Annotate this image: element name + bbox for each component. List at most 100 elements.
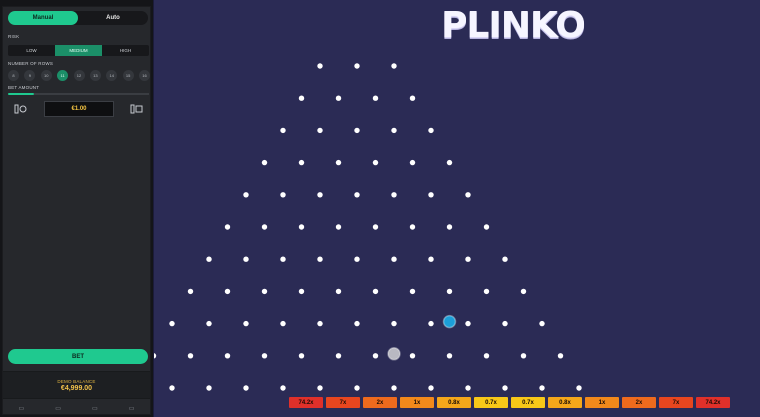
peg: [428, 127, 434, 134]
peg: [372, 288, 379, 295]
peg: [224, 353, 231, 359]
multiplier-slot: 0.7x: [474, 397, 508, 408]
peg: [335, 353, 342, 359]
ball: [442, 314, 457, 329]
peg: [187, 353, 194, 359]
peg: [298, 159, 305, 166]
peg: [391, 256, 397, 262]
nav-4-icon: ▭: [128, 405, 135, 412]
bet-button[interactable]: BET: [8, 349, 148, 364]
peg: [465, 192, 471, 198]
peg: [243, 385, 249, 391]
risk-low-button[interactable]: LOW: [8, 45, 55, 56]
peg: [465, 320, 471, 327]
row-option-11[interactable]: 11: [57, 70, 69, 81]
peg: [539, 320, 545, 327]
bet-amount-underline: [8, 93, 34, 95]
bet-amount-row: €1.00: [13, 101, 145, 117]
risk-label: RISK: [8, 34, 20, 39]
peg: [409, 353, 416, 359]
multiplier-slot: 74.2x: [696, 397, 730, 408]
peg: [261, 159, 268, 166]
peg: [372, 353, 379, 359]
row-option-8[interactable]: 8: [8, 70, 19, 81]
peg: [409, 159, 416, 166]
peg: [317, 63, 323, 69]
peg: [206, 320, 212, 327]
peg: [243, 320, 249, 327]
peg: [298, 288, 305, 295]
multiplier-slot: 0.8x: [437, 397, 471, 408]
bet-amount-input[interactable]: €1.00: [44, 101, 114, 117]
balance-value: €4,999.00: [60, 384, 93, 392]
mode-manual-button[interactable]: Manual: [8, 11, 78, 25]
coin-stack-increase-icon[interactable]: [129, 102, 145, 116]
peg: [409, 224, 416, 230]
risk-medium-button[interactable]: MEDIUM: [55, 45, 102, 56]
peg: [335, 288, 342, 295]
peg: [354, 127, 360, 134]
peg: [169, 385, 175, 391]
peg: [187, 288, 194, 295]
nav-item-3[interactable]: ▭: [92, 406, 98, 412]
peg: [317, 320, 323, 327]
peg: [446, 288, 453, 295]
peg: [317, 256, 323, 262]
peg: [428, 192, 434, 198]
peg: [372, 159, 379, 166]
nav-item-2[interactable]: ▭: [55, 406, 61, 412]
peg: [280, 192, 286, 198]
row-option-14[interactable]: 14: [106, 70, 118, 81]
risk-high-button[interactable]: HIGH: [102, 45, 149, 56]
peg: [280, 320, 286, 327]
peg: [224, 288, 231, 295]
multiplier-slot: 7x: [326, 397, 360, 408]
peg: [206, 256, 212, 262]
peg: [409, 288, 416, 295]
peg: [280, 256, 286, 262]
mode-toggle: Manual Auto: [8, 11, 148, 25]
peg: [520, 288, 527, 295]
peg: [391, 63, 397, 69]
row-option-10[interactable]: 10: [40, 70, 52, 81]
multiplier-slot: 1x: [585, 397, 619, 408]
peg: [317, 127, 323, 134]
peg: [465, 385, 471, 391]
peg: [428, 256, 434, 262]
row-option-9[interactable]: 9: [24, 70, 36, 81]
bet-amount-track: [34, 93, 149, 95]
peg: [243, 256, 249, 262]
control-panel: Manual Auto RISK LOW MEDIUM HIGH NUMBER …: [2, 6, 151, 415]
row-option-12[interactable]: 12: [73, 70, 85, 81]
peg: [317, 385, 323, 391]
peg-field: [154, 63, 582, 391]
row-option-13[interactable]: 13: [89, 70, 101, 81]
peg: [483, 224, 490, 230]
peg: [520, 353, 527, 359]
peg: [539, 385, 545, 391]
bet-amount-label: BET AMOUNT: [8, 85, 40, 90]
row-option-16[interactable]: 16: [139, 70, 150, 81]
peg: [502, 385, 508, 391]
coin-stack-decrease-icon[interactable]: [13, 102, 29, 116]
peg: [372, 224, 379, 230]
nav-item-1[interactable]: ▭: [19, 406, 25, 412]
peg: [391, 127, 397, 134]
peg: [446, 224, 453, 230]
peg: [335, 224, 342, 230]
row-option-15[interactable]: 15: [122, 70, 134, 81]
peg: [428, 320, 434, 327]
peg: [298, 95, 305, 101]
peg: [206, 385, 212, 391]
peg: [354, 320, 360, 327]
peg: [335, 95, 342, 101]
multiplier-slot: 7x: [659, 397, 693, 408]
nav-3-icon: ▭: [92, 405, 98, 412]
nav-2-icon: ▭: [55, 405, 61, 412]
mode-auto-button[interactable]: Auto: [78, 11, 148, 25]
peg: [502, 256, 508, 262]
peg: [317, 192, 323, 198]
peg: [409, 95, 416, 101]
peg: [280, 127, 286, 134]
nav-item-4[interactable]: ▭: [129, 406, 135, 412]
